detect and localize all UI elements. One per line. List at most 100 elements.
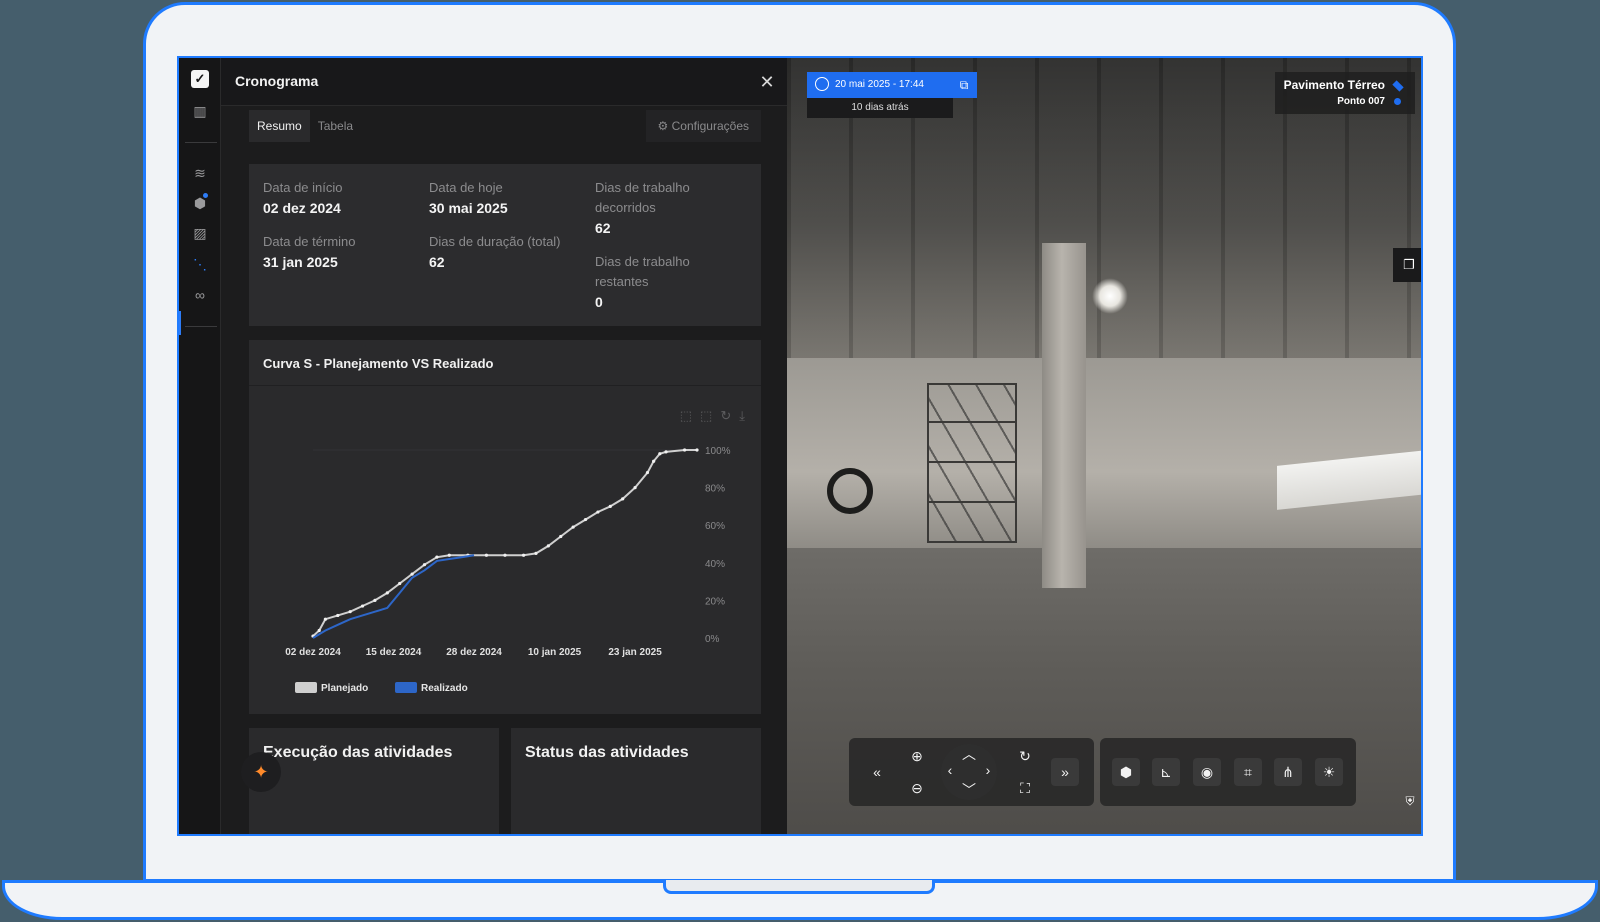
tab-tabela[interactable]: Tabela xyxy=(310,110,361,142)
data-point xyxy=(683,448,687,452)
elapsed-days-label: Dias de trabalho xyxy=(595,180,690,195)
data-point xyxy=(385,591,389,595)
floor-label: Pavimento Térreo xyxy=(1283,78,1385,92)
panorama-lamp xyxy=(1092,278,1128,314)
remaining-days-label-2: restantes xyxy=(595,274,649,289)
measure-icon[interactable]: ⊾ xyxy=(1152,758,1180,786)
navigation-controls: « ⊕ ⊖ ︿ ﹀ ‹ › ↻ ⛶ » xyxy=(849,738,1094,806)
icon-rail: ✓ ▥ ≋ ⬢ ▨ ⋱ ∞ xyxy=(179,58,221,834)
summary-card: Data de início 02 dez 2024 Data de hoje … xyxy=(249,164,761,326)
legend-swatch xyxy=(295,682,317,693)
link-icon[interactable]: ∞ xyxy=(189,284,211,306)
data-point xyxy=(658,452,662,456)
duration-field: Dias de duração (total) 62 xyxy=(429,232,561,272)
zoom-in-icon[interactable]: ⊕ xyxy=(903,742,931,770)
end-date-label: Data de término xyxy=(263,234,356,249)
shield-icon[interactable]: ⛨ xyxy=(1401,794,1419,812)
settings-button[interactable]: ⚙ Configurações xyxy=(645,110,761,142)
arrow-left-icon[interactable]: ‹ xyxy=(943,762,957,778)
y-tick-label: 60% xyxy=(705,521,725,532)
s-curve-card: Curva S - Planejamento VS Realizado ⬚ ⬚ … xyxy=(249,340,761,714)
point-marker-icon xyxy=(1394,98,1401,105)
data-point xyxy=(571,525,575,529)
y-tick-label: 80% xyxy=(705,484,725,495)
share-icon[interactable]: ⋔ xyxy=(1274,758,1302,786)
copy-icon[interactable]: ❐ xyxy=(1393,248,1421,282)
tag-icon[interactable]: ⬢ xyxy=(189,192,211,214)
floor-marker-icon xyxy=(1392,80,1404,92)
layers-icon[interactable]: ≋ xyxy=(189,162,211,184)
close-icon[interactable]: ✕ xyxy=(755,70,779,94)
tab-resumo[interactable]: Resumo xyxy=(249,110,310,142)
rail-divider xyxy=(185,142,217,143)
brightness-icon[interactable]: ☀ xyxy=(1315,758,1343,786)
end-date-field: Data de término 31 jan 2025 xyxy=(263,232,356,272)
data-point xyxy=(534,551,538,555)
y-tick-label: 0% xyxy=(705,634,720,645)
panorama-scaffold xyxy=(927,383,1017,543)
data-point xyxy=(398,581,402,586)
data-point xyxy=(484,553,489,557)
panorama-viewer[interactable]: 20 mai 2025 - 17:44 ▼ ⧉ 10 dias atrás Pa… xyxy=(787,58,1421,834)
capture-icon[interactable]: ◉ xyxy=(1193,758,1221,786)
panorama-pillar xyxy=(1042,243,1086,588)
rotate-icon[interactable]: ↻ xyxy=(1011,742,1039,770)
capture-date-selector[interactable]: 20 mai 2025 - 17:44 ▼ xyxy=(807,72,973,98)
today-date-field: Data de hoje 30 mai 2025 xyxy=(429,178,508,218)
x-tick-label: 15 dez 2024 xyxy=(366,647,422,658)
building-icon[interactable]: ▥ xyxy=(189,100,211,122)
tag-tool-icon[interactable]: ⬢ xyxy=(1112,758,1140,786)
data-point xyxy=(559,534,563,539)
legend-swatch xyxy=(395,682,417,693)
data-point xyxy=(447,553,451,557)
s-curve-chart: 0% 20% 40% 60% 80% 100% 02 dez 2024 15 dez 2024… xyxy=(285,446,730,694)
focus-icon[interactable]: ⌗ xyxy=(1234,758,1262,786)
today-date-label: Data de hoje xyxy=(429,180,503,195)
schedule-panel: Cronograma ✕ Resumo Tabela ⚙ Configuraçõ… xyxy=(221,58,791,834)
clock-icon xyxy=(815,77,829,91)
image-icon[interactable]: ▨ xyxy=(189,222,211,244)
elapsed-days-value: 62 xyxy=(595,220,611,236)
data-point xyxy=(410,572,414,576)
end-date-value: 31 jan 2025 xyxy=(263,254,338,270)
dpad-icon[interactable]: ︿ ﹀ ‹ › xyxy=(941,744,997,800)
x-tick-label: 02 dez 2024 xyxy=(285,647,341,658)
data-point xyxy=(633,486,637,490)
settings-label: Configurações xyxy=(671,119,749,133)
data-point xyxy=(695,448,699,452)
data-point xyxy=(323,617,327,621)
ai-sparkle-icon[interactable]: ✦ xyxy=(241,752,281,792)
panorama-cable-coil xyxy=(827,468,873,514)
gear-icon: ⚙ xyxy=(657,119,669,133)
zoom-out-icon[interactable]: ⊖ xyxy=(903,774,931,802)
capture-date-label: 20 mai 2025 - 17:44 xyxy=(835,79,924,90)
notification-dot xyxy=(203,193,208,198)
fullscreen-icon[interactable]: ⛶ xyxy=(1011,774,1039,802)
start-date-label: Data de início xyxy=(263,180,343,195)
legend-label: Realizado xyxy=(421,683,468,694)
x-tick-label: 23 jan 2025 xyxy=(608,647,662,658)
chart-card-header: Curva S - Planejamento VS Realizado xyxy=(249,340,761,386)
series-line-planejado xyxy=(312,449,697,637)
first-icon[interactable]: « xyxy=(863,758,891,786)
duration-value: 62 xyxy=(429,254,445,270)
arrow-up-icon[interactable]: ︿ xyxy=(962,744,976,764)
app-logo-icon[interactable]: ✓ xyxy=(191,70,209,88)
data-point xyxy=(521,553,526,557)
series-line-realizado xyxy=(312,554,475,639)
arrow-right-icon[interactable]: › xyxy=(981,762,995,778)
arrow-down-icon[interactable]: ﹀ xyxy=(962,780,976,800)
location-indicator[interactable]: Pavimento Térreo Ponto 007 xyxy=(1275,72,1415,114)
data-point xyxy=(348,610,352,614)
y-tick-label: 20% xyxy=(705,596,725,607)
data-point xyxy=(435,555,439,559)
y-tick-label: 40% xyxy=(705,559,725,570)
compare-icon[interactable]: ⧉ xyxy=(951,72,977,98)
schedule-icon[interactable]: ⋱ xyxy=(189,253,211,275)
data-point xyxy=(596,510,600,514)
x-tick-label: 10 jan 2025 xyxy=(528,647,582,658)
app-screen: ✓ ▥ ≋ ⬢ ▨ ⋱ ∞ Cronograma ✕ Resumo Tabela… xyxy=(177,56,1423,836)
activity-status-card: Status das atividades xyxy=(511,728,761,834)
data-point xyxy=(546,544,550,548)
last-icon[interactable]: » xyxy=(1051,758,1079,786)
